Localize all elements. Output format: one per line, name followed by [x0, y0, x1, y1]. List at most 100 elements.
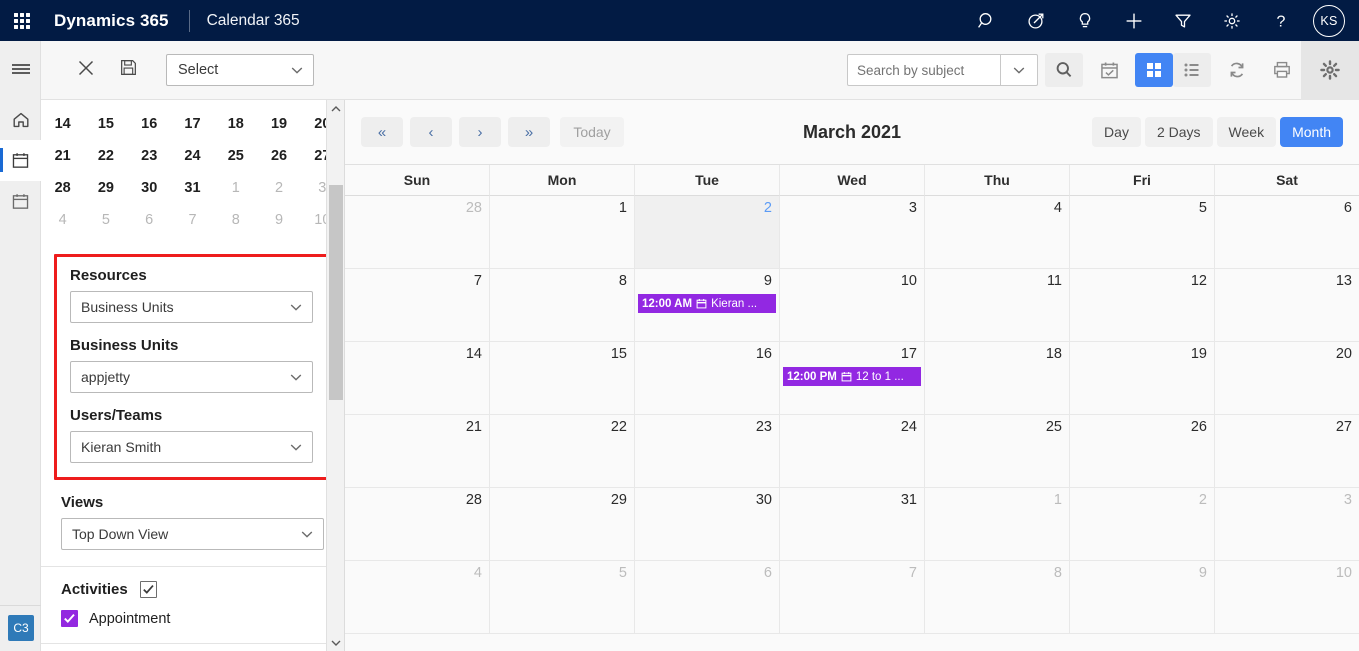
help-icon[interactable]: ?	[1256, 0, 1305, 41]
mini-calendar-day[interactable]: 25	[214, 148, 257, 164]
calendar-day-cell[interactable]: 5	[1070, 196, 1215, 269]
mini-calendar-day[interactable]: 8	[214, 212, 257, 228]
resources-select[interactable]: Business Units	[70, 291, 313, 323]
calendar-day-cell[interactable]: 9 12:00 AM Kieran ...	[635, 269, 780, 342]
calendar-day-cell[interactable]: 6	[635, 561, 780, 634]
settings-button[interactable]	[1301, 40, 1359, 100]
calendar-day-cell[interactable]: 21	[345, 415, 490, 488]
scroll-down-arrow[interactable]	[327, 634, 345, 651]
scroll-up-arrow[interactable]	[327, 100, 344, 117]
calendar-day-cell[interactable]: 16	[635, 342, 780, 415]
view-button-2-days[interactable]: 2 Days	[1144, 117, 1213, 147]
mini-calendar-day[interactable]: 14	[41, 116, 84, 132]
view-button-week[interactable]: Week	[1216, 117, 1277, 147]
c3-badge[interactable]: C3	[8, 615, 34, 641]
mini-calendar-day[interactable]: 5	[84, 212, 127, 228]
calendar-day-cell[interactable]: 6	[1215, 196, 1359, 269]
calendar-day-cell[interactable]: 20	[1215, 342, 1359, 415]
calendar-day-cell[interactable]: 8	[925, 561, 1070, 634]
search-button[interactable]	[1045, 53, 1083, 87]
mini-calendar-day[interactable]: 6	[128, 212, 171, 228]
calendar-event[interactable]: 12:00 PM 12 to 1 ...	[783, 367, 921, 386]
refresh-button[interactable]	[1218, 53, 1256, 87]
calendar-day-cell[interactable]: 18	[925, 342, 1070, 415]
mini-calendar-day[interactable]: 15	[84, 116, 127, 132]
mini-calendar-day[interactable]: 22	[84, 148, 127, 164]
mini-calendar-day[interactable]: 16	[128, 116, 171, 132]
calendar-day-cell[interactable]: 13	[1215, 269, 1359, 342]
mini-calendar-day[interactable]: 7	[171, 212, 214, 228]
nav-last-button[interactable]: »	[508, 117, 550, 147]
business-units-select[interactable]: appjetty	[70, 361, 313, 393]
sidebar-item-home[interactable]	[0, 99, 41, 140]
appointment-checkbox[interactable]	[61, 610, 78, 627]
calendar-day-cell[interactable]: 1	[925, 488, 1070, 561]
mini-calendar-day[interactable]: 17	[171, 116, 214, 132]
calendar-day-cell[interactable]: 15	[490, 342, 635, 415]
calendar-event[interactable]: 12:00 AM Kieran ...	[638, 294, 776, 313]
calendar-day-cell[interactable]: 2	[635, 196, 780, 269]
save-icon[interactable]	[119, 58, 138, 82]
calendar-day-cell[interactable]: 10	[1215, 561, 1359, 634]
target-arrow-icon[interactable]	[1011, 0, 1060, 41]
calendar-day-cell[interactable]: 9	[1070, 561, 1215, 634]
print-button[interactable]	[1263, 53, 1301, 87]
mini-calendar-day[interactable]: 19	[257, 116, 300, 132]
calendar-day-cell[interactable]: 7	[345, 269, 490, 342]
search-input[interactable]	[848, 55, 1000, 85]
mini-calendar-day[interactable]: 29	[84, 180, 127, 196]
mini-calendar-day[interactable]: 23	[128, 148, 171, 164]
grid-view-button[interactable]	[1135, 53, 1173, 87]
waffle-icon[interactable]	[0, 0, 44, 41]
mini-calendar-day[interactable]: 26	[257, 148, 300, 164]
mini-calendar-day[interactable]: 31	[171, 180, 214, 196]
plus-icon[interactable]	[1109, 0, 1158, 41]
calendar-picker-button[interactable]	[1090, 53, 1128, 87]
mini-calendar-day[interactable]: 2	[257, 180, 300, 196]
sidebar-item-calendar[interactable]	[0, 140, 41, 181]
calendar-day-cell[interactable]: 3	[1215, 488, 1359, 561]
nav-first-button[interactable]: «	[361, 117, 403, 147]
mini-calendar-day[interactable]: 4	[41, 212, 84, 228]
calendar-day-cell[interactable]: 26	[1070, 415, 1215, 488]
calendar-day-cell[interactable]: 14	[345, 342, 490, 415]
gear-icon[interactable]	[1207, 0, 1256, 41]
calendar-day-cell[interactable]: 29	[490, 488, 635, 561]
select-dropdown[interactable]: Select	[166, 54, 314, 86]
calendar-day-cell[interactable]: 4	[345, 561, 490, 634]
avatar[interactable]: KS	[1313, 4, 1345, 37]
calendar-day-cell[interactable]: 24	[780, 415, 925, 488]
calendar-day-cell[interactable]: 25	[925, 415, 1070, 488]
today-button[interactable]: Today	[560, 117, 624, 147]
users-teams-select[interactable]: Kieran Smith	[70, 431, 313, 463]
calendar-day-cell[interactable]: 11	[925, 269, 1070, 342]
filter-icon[interactable]	[1158, 0, 1207, 41]
search-icon[interactable]	[962, 0, 1011, 41]
list-view-button[interactable]	[1173, 53, 1211, 87]
calendar-day-cell[interactable]: 7	[780, 561, 925, 634]
calendar-day-cell[interactable]: 12	[1070, 269, 1215, 342]
mini-calendar-day[interactable]: 30	[128, 180, 171, 196]
mini-calendar-day[interactable]: 9	[257, 212, 300, 228]
nav-prev-button[interactable]: ‹	[410, 117, 452, 147]
mini-calendar-day[interactable]: 21	[41, 148, 84, 164]
calendar-day-cell[interactable]: 2	[1070, 488, 1215, 561]
calendar-day-cell[interactable]: 27	[1215, 415, 1359, 488]
view-button-month[interactable]: Month	[1280, 117, 1343, 147]
nav-next-button[interactable]: ›	[459, 117, 501, 147]
mini-calendar-day[interactable]: 24	[171, 148, 214, 164]
close-icon[interactable]	[76, 58, 96, 83]
calendar-day-cell[interactable]: 30	[635, 488, 780, 561]
search-dropdown-toggle[interactable]	[1000, 55, 1037, 85]
calendar-day-cell[interactable]: 3	[780, 196, 925, 269]
sidebar-scrollbar[interactable]	[326, 100, 344, 651]
calendar-day-cell[interactable]: 31	[780, 488, 925, 561]
calendar-day-cell[interactable]: 10	[780, 269, 925, 342]
view-button-day[interactable]: Day	[1092, 117, 1141, 147]
mini-calendar-day[interactable]: 28	[41, 180, 84, 196]
calendar-day-cell[interactable]: 17 12:00 PM 12 to 1 ...	[780, 342, 925, 415]
activities-checkbox[interactable]	[139, 581, 157, 598]
calendar-day-cell[interactable]: 19	[1070, 342, 1215, 415]
sidebar-item-calendar-alt[interactable]	[0, 181, 41, 222]
hamburger-icon[interactable]	[0, 49, 41, 89]
